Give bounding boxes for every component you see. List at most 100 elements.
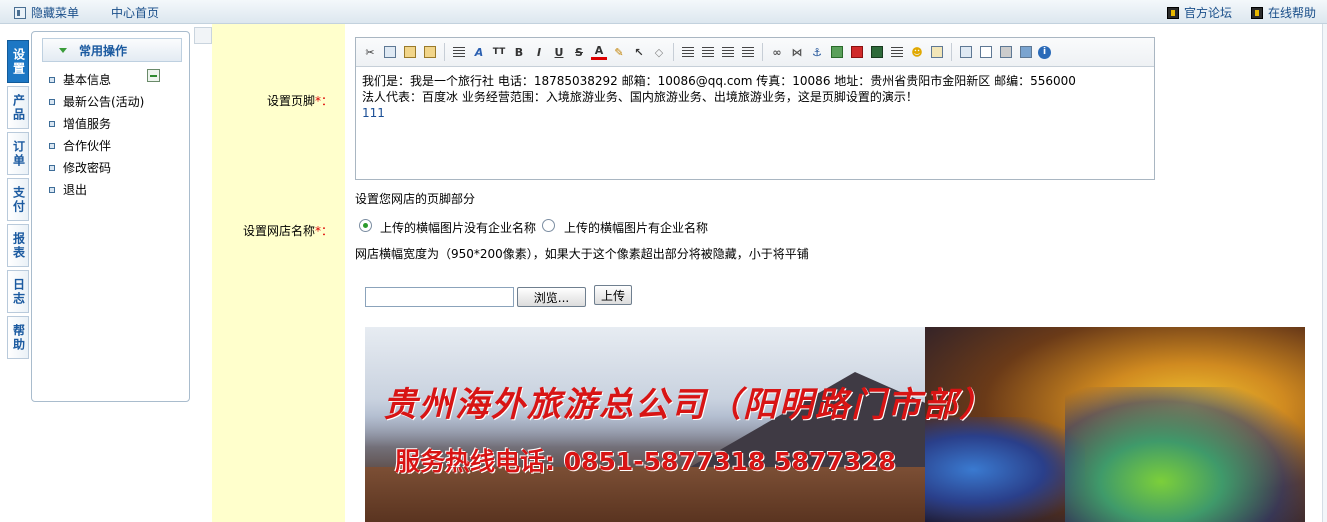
sidebar-item-partners[interactable]: 合作伙伴 [49, 137, 111, 154]
paste-word-icon[interactable] [422, 44, 438, 60]
sidebar-item-label: 最新公告(活动) [63, 95, 145, 109]
ordered-list-icon[interactable] [680, 44, 696, 60]
banner-hotline: 服务热线电话: 0851-5877318 5877328 [395, 447, 896, 476]
radio-has-company-name[interactable] [542, 219, 555, 232]
footer-line: 法人代表：百度冰 业务经营范围：入境旅游业务、国内旅游业务、出境旅游业务，这是页… [362, 90, 918, 104]
italic-icon[interactable]: I [531, 44, 547, 60]
horizontal-rule-icon[interactable] [889, 44, 905, 60]
editor-content[interactable]: 我们是：我是一个旅行社 电话：18785038292 邮箱：10086@qq.c… [356, 67, 1154, 127]
eraser-icon[interactable]: ◇ [651, 44, 667, 60]
banner-file-input[interactable] [365, 287, 514, 307]
sidebar-item-label: 基本信息 [63, 73, 112, 87]
top-bar: 隐藏菜单 中心首页 官方论坛 在线帮助 [0, 0, 1327, 24]
fullscreen-icon[interactable] [1018, 44, 1034, 60]
table-icon[interactable] [929, 44, 945, 60]
sidebar-item-label: 增值服务 [63, 117, 112, 131]
forum-link[interactable]: 官方论坛 [1167, 4, 1232, 21]
footer-label: 设置页脚*： [266, 94, 333, 108]
hide-menu-link[interactable]: 隐藏菜单 [14, 4, 79, 21]
radio-no-company-name-label[interactable]: 上传的横幅图片没有企业名称 [380, 219, 536, 236]
strikethrough-icon[interactable]: S [571, 44, 587, 60]
hide-menu-label: 隐藏菜单 [31, 6, 80, 20]
footer-line: 111 [362, 106, 385, 120]
emoticon-icon[interactable]: ☻ [909, 44, 925, 60]
bullet-icon [49, 120, 55, 127]
forum-label: 官方论坛 [1184, 6, 1233, 20]
browse-button[interactable]: 浏览... [517, 287, 586, 307]
tab-orders[interactable]: 订单 [7, 132, 29, 175]
tab-reports[interactable]: 报表 [7, 224, 29, 267]
font-name-icon[interactable]: A [471, 44, 487, 60]
bullet-icon [49, 98, 55, 105]
footer-editor[interactable]: ✂ A TT B I U S A ✎ ↖ ◇ ∞ ⋈ ⚓ ☻ i 我们是：我是一… [355, 37, 1155, 180]
link-icon[interactable]: ∞ [769, 44, 785, 60]
font-color-icon[interactable]: A [591, 44, 607, 60]
source-code-icon[interactable] [958, 44, 974, 60]
image-icon[interactable] [829, 44, 845, 60]
collapse-triangle-icon [59, 47, 67, 53]
sidebar-item-label: 修改密码 [63, 161, 112, 175]
sidebar-item-basic-info[interactable]: 基本信息 [49, 71, 111, 88]
shop-banner-image: 贵州海外旅游总公司（阳明路门市部） 服务热线电话: 0851-5877318 5… [365, 327, 1305, 522]
sidebar-item-announcements[interactable]: 最新公告(活动) [49, 93, 144, 110]
sidebar: 常用操作 基本信息 最新公告(活动) 增值服务 合作伙伴 修改密码 退出 [31, 31, 190, 402]
radio-has-company-name-label[interactable]: 上传的横幅图片有企业名称 [564, 219, 708, 236]
about-icon[interactable]: i [1038, 45, 1051, 59]
bullet-icon [49, 76, 55, 83]
tab-products[interactable]: 产品 [7, 86, 29, 129]
vertical-tabs: 设置 产品 订单 支付 报表 日志 帮助 [7, 40, 29, 362]
footer-line: 我们是：我是一个旅行社 电话：18785038292 邮箱：10086@qq.c… [362, 74, 1076, 88]
radio-no-company-name[interactable] [359, 219, 372, 232]
sidebar-header[interactable]: 常用操作 [42, 38, 182, 62]
export-icon[interactable] [147, 69, 160, 82]
sidebar-header-label: 常用操作 [79, 43, 128, 58]
sidebar-item-value-added[interactable]: 增值服务 [49, 115, 111, 132]
forum-icon [1167, 6, 1179, 19]
help-icon [1251, 6, 1263, 19]
unlink-icon[interactable]: ⋈ [789, 44, 805, 60]
print-icon[interactable] [998, 44, 1014, 60]
preview-icon[interactable] [978, 44, 994, 60]
upload-button[interactable]: 上传 [594, 285, 632, 305]
sidebar-item-label: 退出 [63, 183, 88, 197]
anchor-icon[interactable]: ⚓ [809, 44, 825, 60]
indent-icon[interactable] [740, 44, 756, 60]
media-icon[interactable] [869, 44, 885, 60]
unordered-list-icon[interactable] [700, 44, 716, 60]
highlight-icon[interactable]: ✎ [611, 44, 627, 60]
label-column: 设置页脚*： 设置网店名称*： [212, 24, 345, 522]
sidebar-item-change-password[interactable]: 修改密码 [49, 159, 111, 176]
bullet-icon [49, 164, 55, 171]
tab-payment[interactable]: 支付 [7, 178, 29, 221]
page-scrollbar[interactable] [1322, 24, 1327, 522]
outdent-icon[interactable] [720, 44, 736, 60]
banner-company-name: 贵州海外旅游总公司（阳明路门市部） [383, 385, 995, 425]
help-link[interactable]: 在线帮助 [1251, 4, 1316, 21]
copy-icon[interactable] [382, 44, 398, 60]
menu-toggle-icon [14, 6, 26, 19]
shop-name-label: 设置网店名称*： [242, 224, 333, 238]
underline-icon[interactable]: U [551, 44, 567, 60]
sidebar-item-label: 合作伙伴 [63, 139, 112, 153]
help-label: 在线帮助 [1268, 6, 1317, 20]
cursor-icon[interactable]: ↖ [631, 44, 647, 60]
justify-icon[interactable] [451, 44, 467, 60]
footer-hint: 设置您网店的页脚部分 [355, 192, 476, 206]
paste-icon[interactable] [402, 44, 418, 60]
home-label: 中心首页 [111, 6, 160, 20]
cut-icon[interactable]: ✂ [362, 44, 378, 60]
sidebar-scroll-handle[interactable] [194, 27, 212, 44]
bold-icon[interactable]: B [511, 44, 527, 60]
tab-help[interactable]: 帮助 [7, 316, 29, 359]
required-mark: *： [314, 224, 333, 238]
flash-icon[interactable] [849, 44, 865, 60]
banner-size-hint: 网店横幅宽度为（950*200像素），如果大于这个像素超出部分将被隐藏，小于将平… [355, 247, 809, 261]
home-link[interactable]: 中心首页 [111, 4, 159, 21]
font-size-icon[interactable]: TT [491, 44, 507, 60]
bullet-icon [49, 142, 55, 149]
tab-settings[interactable]: 设置 [7, 40, 29, 83]
required-mark: *： [314, 94, 333, 108]
tab-logs[interactable]: 日志 [7, 270, 29, 313]
editor-toolbar: ✂ A TT B I U S A ✎ ↖ ◇ ∞ ⋈ ⚓ ☻ i [356, 38, 1154, 67]
sidebar-item-logout[interactable]: 退出 [49, 181, 87, 198]
